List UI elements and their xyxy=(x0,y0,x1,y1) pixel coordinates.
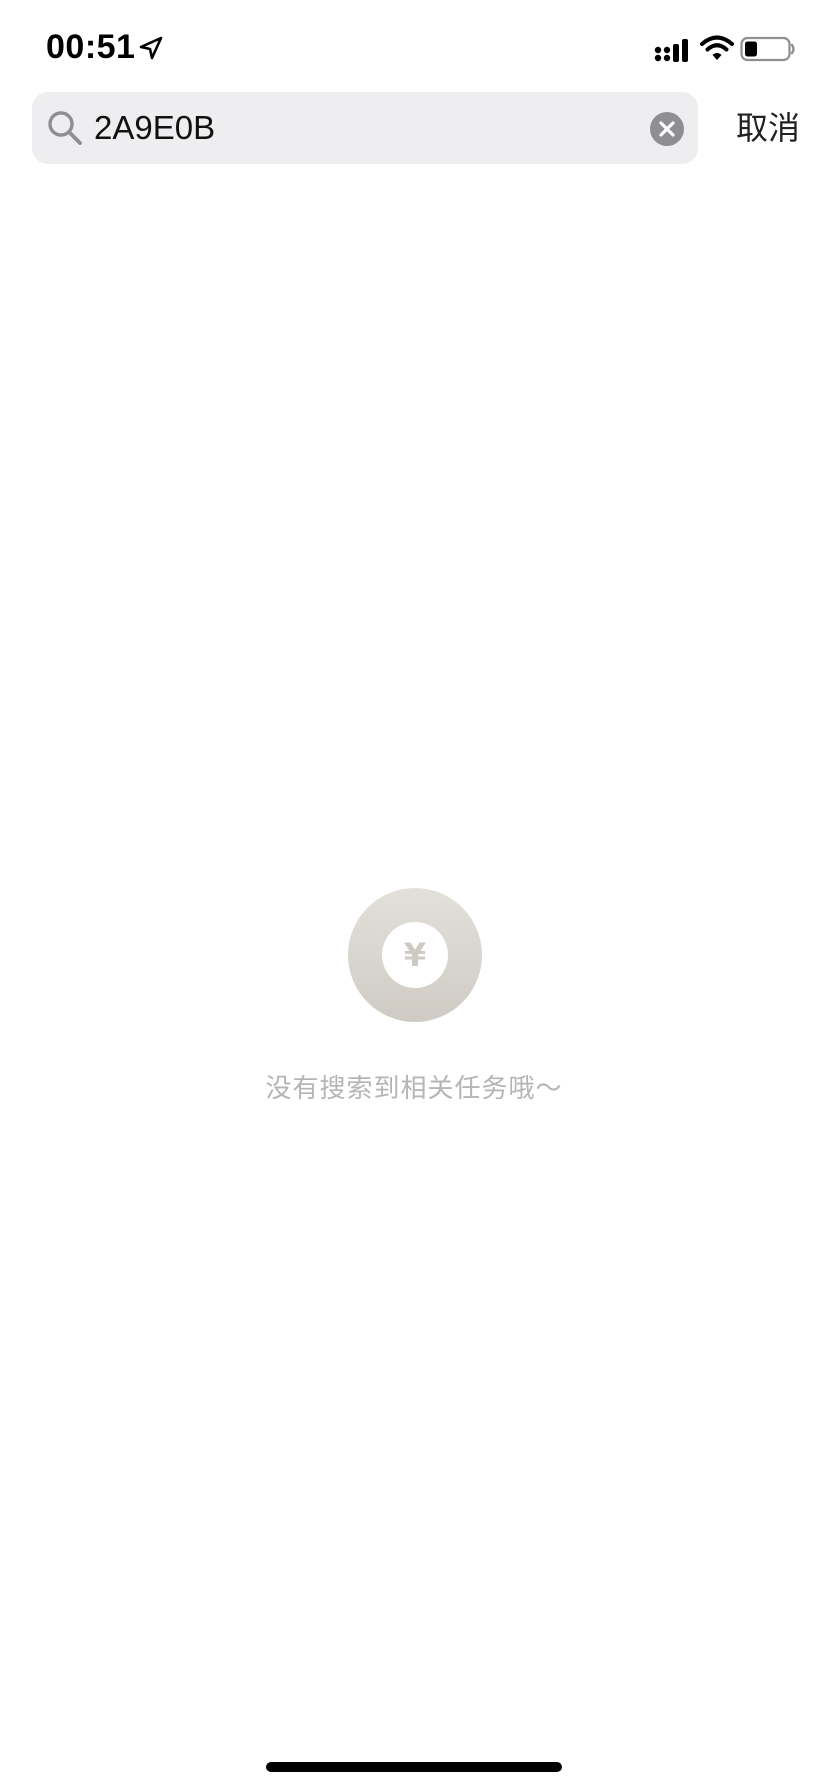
status-time: 00:51 xyxy=(46,28,136,66)
clear-icon[interactable] xyxy=(650,112,684,146)
empty-state-message: 没有搜索到相关任务哦～ xyxy=(265,1074,563,1104)
battery-icon xyxy=(740,36,795,62)
status-bar: 00:51 xyxy=(0,0,828,100)
cellular-signal-icon xyxy=(654,39,688,62)
location-arrow-icon xyxy=(139,36,163,60)
search-input[interactable] xyxy=(94,100,614,156)
wifi-icon xyxy=(700,35,734,60)
cancel-button[interactable]: 取消 xyxy=(728,104,808,152)
search-icon xyxy=(48,111,82,145)
home-indicator[interactable] xyxy=(266,1762,562,1772)
yen-symbol: ¥ xyxy=(403,936,427,974)
search-bar[interactable] xyxy=(32,92,698,164)
coin-icon: ¥ xyxy=(348,888,482,1022)
coin-icon-center: ¥ xyxy=(382,922,448,988)
